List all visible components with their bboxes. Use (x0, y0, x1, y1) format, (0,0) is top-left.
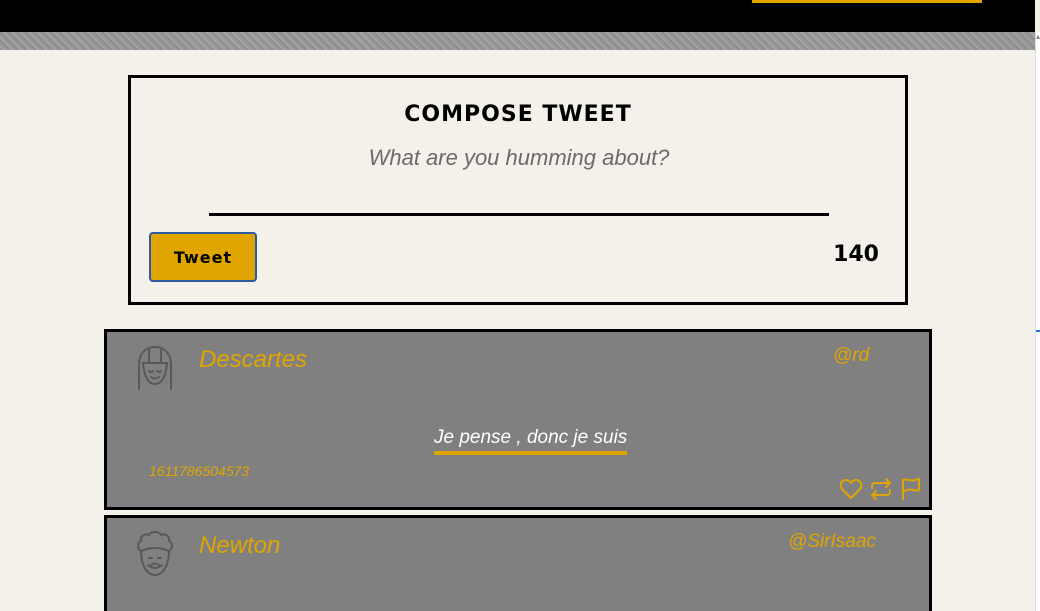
scrollbar-thumb[interactable] (1036, 330, 1040, 332)
tweet-timestamp: 1611786504573 (149, 463, 250, 479)
author-name[interactable]: Newton (199, 532, 280, 560)
scroll-up-arrow-icon[interactable]: ▴ (1036, 32, 1040, 42)
compose-tweet-panel: Compose Tweet Tweet 140 (128, 75, 908, 305)
author-handle[interactable]: @SirIsaac (788, 531, 876, 553)
tweet-actions (839, 477, 923, 501)
tweet-text: Je pense , donc je suis (434, 427, 628, 455)
compose-title: Compose Tweet (404, 102, 632, 127)
flag-icon[interactable] (899, 477, 923, 501)
nav-accent-bar (752, 0, 982, 3)
tweet-card: Newton @SirIsaac (104, 515, 932, 611)
retweet-icon[interactable] (869, 477, 893, 501)
top-navbar (0, 0, 1035, 32)
girl-face-icon (138, 346, 172, 390)
tweet-text-input[interactable] (209, 142, 829, 216)
scrollbar[interactable]: ▴ (1035, 32, 1040, 611)
tweet-button[interactable]: Tweet (149, 232, 257, 282)
curly-hair-face-icon (137, 531, 173, 576)
character-counter: 140 (833, 242, 879, 267)
heart-icon[interactable] (839, 477, 863, 501)
textured-banner (0, 32, 1035, 50)
author-handle[interactable]: @rd (833, 345, 869, 367)
tweet-card: Descartes @rd Je pense , donc je suis 16… (104, 329, 932, 510)
author-name[interactable]: Descartes (199, 346, 307, 374)
